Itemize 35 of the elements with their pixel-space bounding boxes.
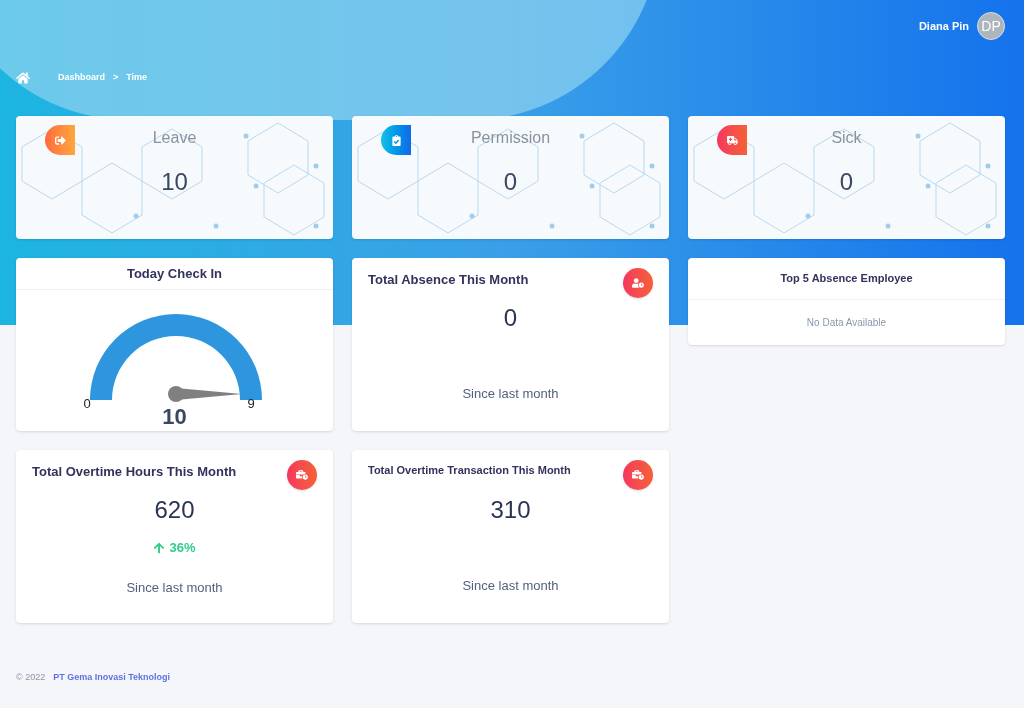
card-title: Top 5 Absence Employee bbox=[780, 271, 913, 287]
breadcrumb-link[interactable]: Time bbox=[126, 71, 148, 85]
home-icon[interactable] bbox=[16, 71, 30, 85]
since-note: Since last month bbox=[462, 385, 559, 403]
stat-label: Sick bbox=[831, 128, 862, 148]
ambulance-icon bbox=[717, 125, 747, 155]
stat-label: Leave bbox=[152, 128, 197, 148]
user-name[interactable]: Diana Pin bbox=[918, 17, 969, 35]
user-clock-icon bbox=[623, 268, 653, 298]
briefcase-clock-icon bbox=[287, 460, 317, 490]
company-link[interactable]: PT Gema Inovasi Teknologi bbox=[53, 671, 170, 685]
change-percent: 36% bbox=[169, 539, 196, 557]
breadcrumb-link[interactable]: Dashboard bbox=[58, 71, 105, 85]
breadcrumb-separator: > bbox=[113, 71, 119, 85]
since-note: Since last month bbox=[126, 578, 223, 597]
summary-value: 620 bbox=[154, 495, 195, 525]
copyright: © 2022 bbox=[16, 671, 46, 684]
empty-message: No Data Available bbox=[806, 316, 887, 330]
summary-value: 0 bbox=[503, 303, 518, 333]
up-arrow-icon bbox=[153, 541, 166, 554]
clipboard-check-icon bbox=[381, 125, 411, 155]
card-title: Total Overtime Transaction This Month bbox=[368, 463, 571, 478]
gauge-min: 0 bbox=[83, 395, 91, 413]
gauge-max: 9 bbox=[247, 395, 255, 413]
summary-value: 310 bbox=[490, 495, 531, 525]
briefcase-clock-icon bbox=[623, 460, 653, 490]
stat-value: 0 bbox=[839, 167, 854, 197]
stat-value: 0 bbox=[503, 167, 518, 197]
gauge-value: 10 bbox=[162, 403, 187, 431]
card-title: Total Overtime Hours This Month bbox=[32, 463, 237, 481]
stat-value: 10 bbox=[161, 167, 188, 197]
card-title: Total Absence This Month bbox=[368, 271, 529, 289]
card-title: Today Check In bbox=[126, 264, 223, 283]
since-note: Since last month bbox=[462, 577, 559, 595]
stat-label: Permission bbox=[470, 128, 551, 148]
